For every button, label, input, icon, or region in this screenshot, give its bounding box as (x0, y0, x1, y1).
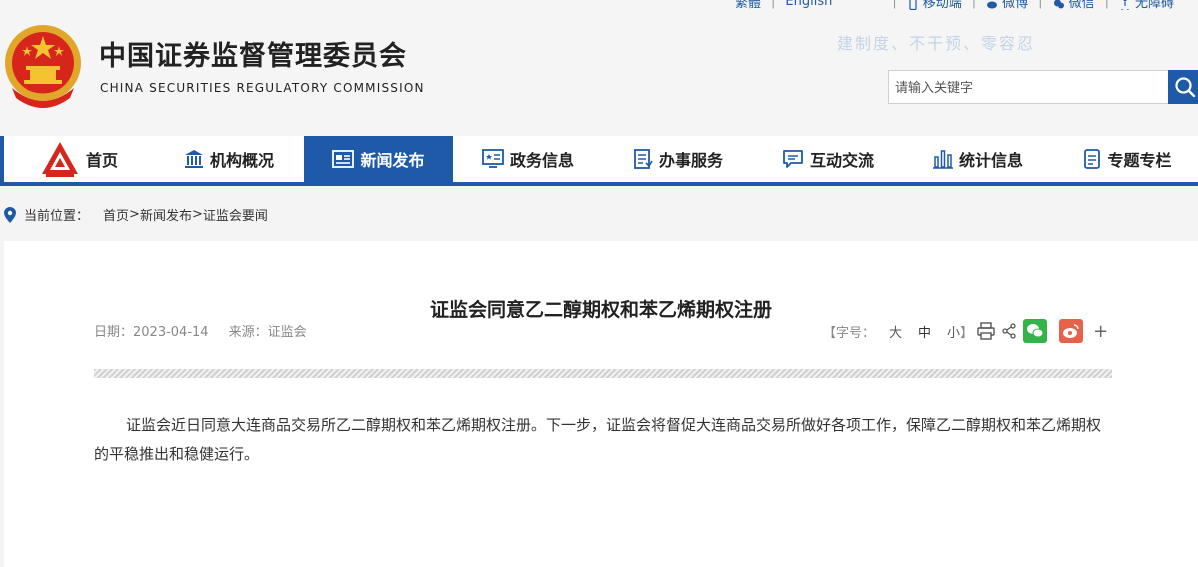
more-share-button[interactable]: + (1093, 321, 1108, 342)
nav-item-gov-info[interactable]: 政务信息 (453, 136, 603, 182)
print-icon[interactable] (977, 322, 995, 340)
article-date: 日期：2023-04-14 (94, 325, 209, 340)
nav-item-news[interactable]: 新闻发布 (304, 136, 453, 182)
nav-item-stats[interactable]: 统计信息 (903, 136, 1053, 182)
institution-icon (184, 150, 203, 168)
breadcrumb: 当前位置： 首页 > 新闻发布 > 证监会要闻 (4, 205, 268, 224)
csrc-logo-icon (41, 142, 78, 177)
accessibility-icon (1121, 0, 1129, 10)
article-tools: 【字号： 大 中 小 】 + (823, 319, 1109, 343)
breadcrumb-current[interactable]: 证监会要闻 (203, 205, 268, 224)
accessible-link[interactable]: 无障碍 (1119, 0, 1174, 11)
chat-icon (783, 150, 803, 168)
site-slogan: 建制度、不干预、零容忍 (837, 34, 1036, 53)
simplified-traditional-link[interactable]: 繁體 (735, 0, 761, 11)
article-title: 证监会同意乙二醇期权和苯乙烯期权注册 (429, 299, 772, 321)
nav-item-home[interactable]: 首页 (4, 136, 154, 182)
article-meta: 日期：2023-04-14 来源：证监会 (94, 321, 307, 340)
site-title: 中国证券监督管理委员会 (99, 41, 407, 72)
mobile-icon (909, 0, 917, 10)
weibo-icon (987, 1, 998, 8)
search-icon (1175, 77, 1196, 98)
breadcrumb-home[interactable]: 首页 (103, 205, 129, 224)
weibo-icon (1063, 324, 1079, 338)
font-size-label: 【字号： (823, 325, 876, 341)
font-small-button[interactable]: 小 (947, 322, 960, 341)
wechat-icon (1053, 0, 1064, 8)
article-source: 来源：证监会 (228, 325, 307, 340)
stats-icon (932, 150, 953, 169)
search-button[interactable] (1168, 70, 1198, 104)
article-body: 证监会近日同意大连商品交易所乙二醇期权和苯乙烯期权注册。下一步，证监会将督促大连… (94, 416, 1102, 463)
service-icon (634, 149, 653, 169)
font-medium-button[interactable]: 中 (918, 322, 931, 341)
weibo-share-button[interactable] (1059, 319, 1084, 343)
main-nav: 首页 机构概况 新闻发布 政务信息 办事服务 互动交流 统计信息 专题专栏 (4, 136, 1198, 186)
gov-info-icon (482, 149, 504, 168)
wechat-link[interactable]: 微信 (1053, 0, 1095, 11)
site-header: 繁體 | English | 移动端 | 微博 | 微信 | 无障碍 中国证券监… (0, 0, 1198, 136)
nav-item-institution[interactable]: 机构概况 (154, 136, 304, 182)
weibo-link[interactable]: 微博 (986, 0, 1028, 11)
article-card: 证监会同意乙二醇期权和苯乙烯期权注册 日期：2023-04-14 来源：证监会 … (4, 241, 1198, 567)
wechat-icon (1027, 324, 1044, 338)
font-large-button[interactable]: 大 (889, 322, 902, 341)
breadcrumb-label: 当前位置： (24, 209, 90, 224)
national-emblem-icon (5, 25, 81, 108)
english-link[interactable]: English (785, 0, 832, 9)
mobile-link[interactable]: 移动端 (907, 0, 962, 11)
search-input[interactable] (888, 70, 1170, 104)
breadcrumb-news[interactable]: 新闻发布 (140, 205, 192, 224)
location-pin-icon (4, 206, 16, 223)
nav-item-topics[interactable]: 专题专栏 (1053, 136, 1198, 182)
top-links: 繁體 | English | 移动端 | 微博 | 微信 | 无障碍 (735, 0, 1174, 11)
divider (94, 369, 1112, 378)
nav-item-interaction[interactable]: 互动交流 (753, 136, 903, 182)
topic-icon (1084, 149, 1101, 169)
wechat-share-button[interactable] (1023, 319, 1048, 343)
news-icon (332, 150, 355, 168)
site-subtitle: CHINA SECURITIES REGULATORY COMMISSION (100, 81, 425, 95)
nav-item-service[interactable]: 办事服务 (603, 136, 753, 182)
share-icon[interactable] (1001, 323, 1017, 339)
